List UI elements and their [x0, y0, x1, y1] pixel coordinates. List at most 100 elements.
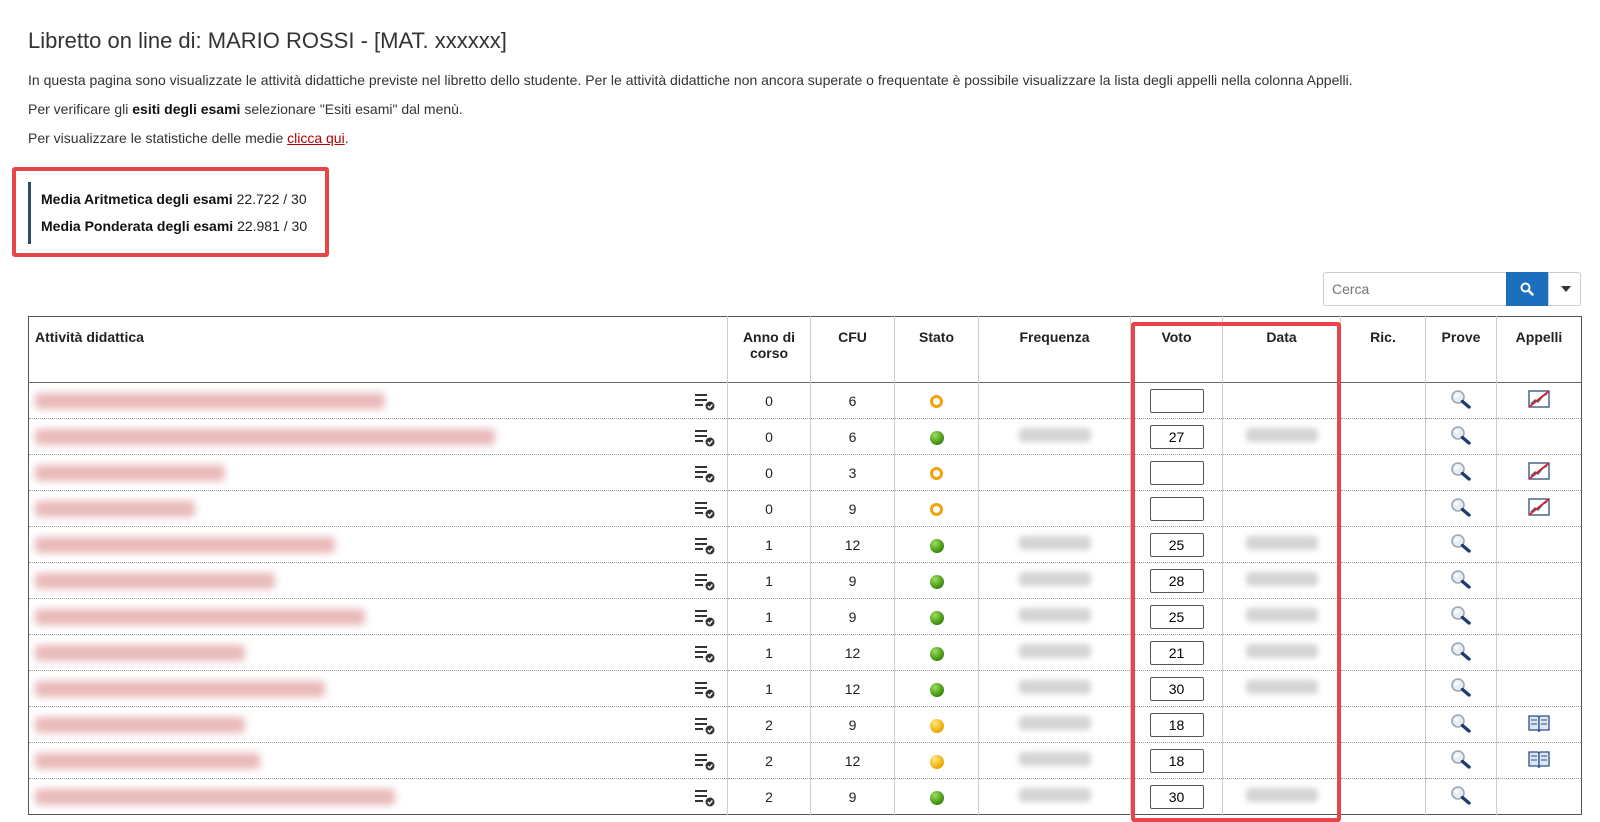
activity-detail-button[interactable] [695, 501, 715, 522]
search-input[interactable] [1324, 273, 1506, 305]
activity-name-redacted [35, 573, 275, 589]
year-cell: 0 [727, 418, 811, 455]
appeals-cell [1496, 526, 1582, 563]
table-row: 19 [28, 598, 1582, 635]
magnifier-icon [1451, 786, 1471, 805]
tests-button[interactable] [1450, 714, 1472, 736]
activity-detail-button[interactable] [695, 573, 715, 594]
table-row: 1 12 [28, 634, 1582, 671]
appeals-button[interactable] [1528, 462, 1550, 483]
tests-button[interactable] [1450, 678, 1472, 700]
appeals-cell [1496, 634, 1582, 671]
status-cell [894, 742, 979, 779]
tests-cell [1425, 418, 1497, 455]
table-row: 1 12 [28, 670, 1582, 707]
frequency-cell [978, 418, 1131, 455]
year-cell: 1 [727, 526, 811, 563]
stats-link[interactable]: clicca qui [287, 130, 345, 146]
activity-detail-button[interactable] [695, 681, 715, 702]
year-cell: 2 [727, 706, 811, 743]
year-cell: 2 [727, 778, 811, 815]
table-row: 09 [28, 490, 1582, 527]
status-cell [894, 418, 979, 455]
frequency-cell [978, 778, 1131, 815]
tests-button[interactable] [1450, 390, 1472, 412]
status-passed-icon [929, 682, 944, 697]
appeals-button[interactable] [1528, 751, 1550, 771]
frequency-redacted [1018, 572, 1091, 586]
tests-cell [1425, 670, 1497, 707]
appeals-button[interactable] [1528, 715, 1550, 735]
frequency-cell [978, 490, 1131, 527]
cfu-cell: 12 [810, 670, 895, 707]
tests-cell [1425, 706, 1497, 743]
tests-button[interactable] [1450, 786, 1472, 808]
col-cfu[interactable]: CFU [810, 316, 895, 383]
appeals-cell [1496, 742, 1582, 779]
activity-detail-button[interactable] [695, 717, 715, 738]
search-options-dropdown[interactable] [1548, 273, 1582, 305]
tests-button[interactable] [1450, 534, 1472, 556]
libretto-table: Attività didattica Anno di corso CFU Sta… [28, 316, 1582, 815]
ric-cell [1340, 634, 1426, 671]
col-tests[interactable]: Prove [1425, 316, 1497, 383]
col-activity[interactable]: Attività didattica [29, 317, 728, 383]
activity-detail-button[interactable] [695, 393, 715, 414]
activity-detail-button[interactable] [695, 465, 715, 486]
weighted-value: 22.981 / 30 [237, 218, 308, 234]
search-button[interactable] [1506, 272, 1548, 306]
cfu-cell: 6 [810, 418, 895, 455]
magnifier-icon [1451, 390, 1471, 409]
year-cell: 0 [727, 454, 811, 491]
col-frequency[interactable]: Frequenza [978, 316, 1131, 383]
year-cell: 1 [727, 670, 811, 707]
table-row: 1 12 [28, 526, 1582, 563]
year-cell: 2 [727, 742, 811, 779]
activity-name-redacted [35, 393, 385, 409]
activity-detail-button[interactable] [695, 753, 715, 774]
year-cell: 1 [727, 598, 811, 635]
tests-button[interactable] [1450, 570, 1472, 592]
status-frequented-icon [929, 718, 944, 733]
activity-detail-button[interactable] [695, 537, 715, 558]
activity-name-redacted [35, 501, 195, 517]
appeals-button[interactable] [1528, 390, 1550, 411]
book-icon [1528, 715, 1550, 733]
activity-detail-button[interactable] [695, 609, 715, 630]
chevron-down-icon [1560, 286, 1571, 292]
col-appeals[interactable]: Appelli [1496, 316, 1582, 383]
activity-detail-button[interactable] [695, 645, 715, 666]
col-status[interactable]: Stato [894, 316, 979, 383]
tests-cell [1425, 382, 1497, 419]
col-year[interactable]: Anno di corso [727, 316, 811, 383]
ric-cell [1340, 418, 1426, 455]
status-cell [894, 670, 979, 707]
activity-cell [28, 634, 728, 671]
col-ric[interactable]: Ric. [1340, 316, 1426, 383]
appeals-button[interactable] [1528, 498, 1550, 519]
tests-button[interactable] [1450, 606, 1472, 628]
tests-button[interactable] [1450, 642, 1472, 664]
cfu-cell: 12 [810, 742, 895, 779]
arith-average: Media Aritmetica degli esami 22.722 / 30 [41, 186, 307, 213]
tests-cell [1425, 490, 1497, 527]
activity-name-redacted [35, 789, 395, 805]
activity-name-redacted [35, 465, 225, 481]
year-cell: 1 [727, 562, 811, 599]
book-icon [1528, 751, 1550, 769]
tests-button[interactable] [1450, 750, 1472, 772]
frequency-redacted [1018, 608, 1091, 622]
stats-post: . [344, 130, 349, 146]
cfu-cell: 9 [810, 598, 895, 635]
magnifier-icon [1451, 462, 1471, 481]
tests-button[interactable] [1450, 426, 1472, 448]
tests-button[interactable] [1450, 498, 1472, 520]
ric-cell [1340, 490, 1426, 527]
tests-cell [1425, 454, 1497, 491]
tests-button[interactable] [1450, 462, 1472, 484]
status-cell [894, 382, 979, 419]
activity-detail-icon [695, 718, 715, 735]
appeals-cell [1496, 706, 1582, 743]
activity-detail-button[interactable] [695, 789, 715, 810]
activity-detail-button[interactable] [695, 429, 715, 450]
